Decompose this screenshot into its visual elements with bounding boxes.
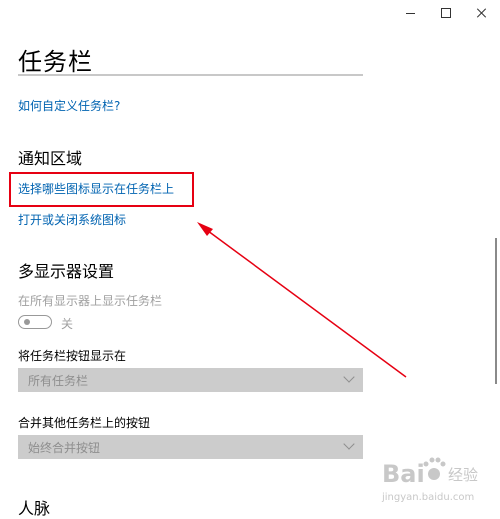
watermark-logo: Bai 经验 jingyan.baidu.com [381,457,478,503]
annotation-arrow [197,222,407,378]
watermark-brand-suffix: 经验 [448,466,478,484]
arrow-shaft [203,227,407,378]
paw-icon [423,457,446,480]
arrow-head [197,222,213,236]
watermark-url: jingyan.baidu.com [381,492,474,503]
watermark-brand: Bai [382,460,425,488]
